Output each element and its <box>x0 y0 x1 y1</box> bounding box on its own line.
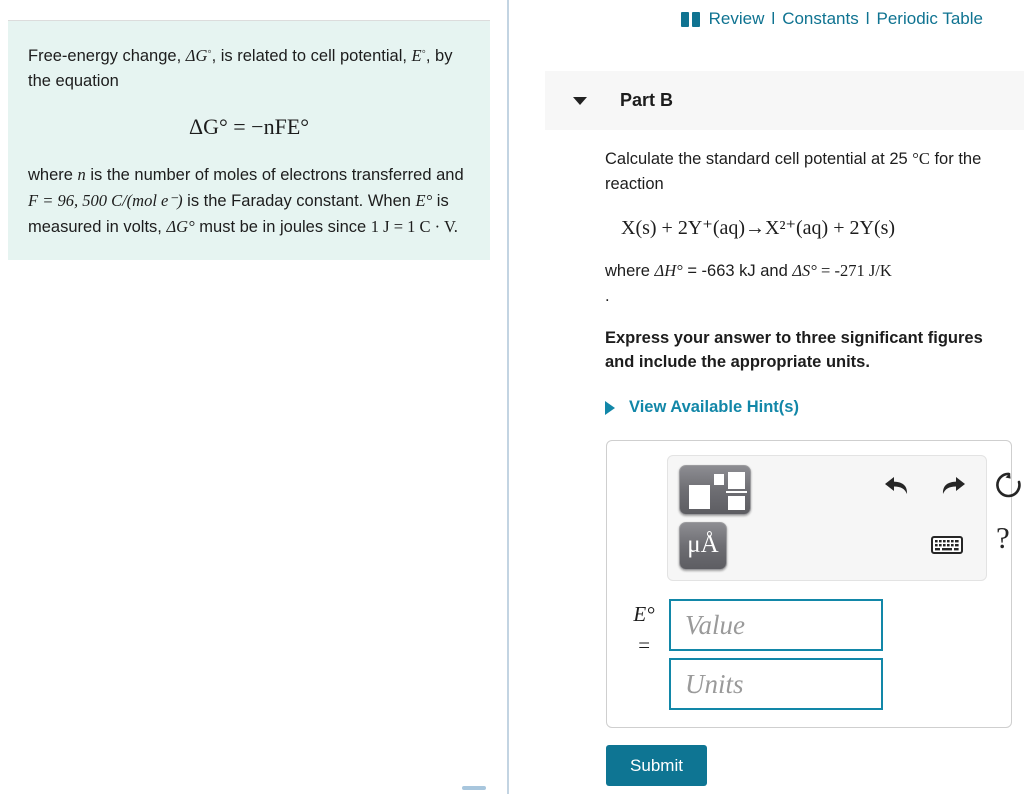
math-toolbar: μÅ ? <box>667 455 1021 581</box>
hint-paragraph-1: Free-energy change, ΔG◦, is related to c… <box>28 39 470 94</box>
temperature-unit: °C <box>912 149 930 168</box>
page-root: Free-energy change, ΔG◦, is related to c… <box>0 0 1024 794</box>
prompt-text-a: Calculate the standard cell potential at… <box>605 150 913 168</box>
delta-s-value: = -271 J/K <box>816 261 892 280</box>
delta-g-symbol: ΔG◦ <box>185 44 212 66</box>
delta-s-symbol: ΔS° <box>792 261 817 280</box>
view-hints-toggle[interactable]: View Available Hint(s) <box>605 398 1024 417</box>
link-separator-2: l <box>865 9 870 28</box>
left-reference-pane: Free-energy change, ΔG◦, is related to c… <box>0 0 507 794</box>
cond-text-b: = -663 kJ and <box>682 262 793 280</box>
keyboard-icon[interactable] <box>931 534 963 561</box>
submit-button[interactable]: Submit <box>606 745 707 786</box>
hint2-text-a: where <box>28 166 78 185</box>
value-input[interactable] <box>669 599 883 651</box>
caret-right-icon[interactable] <box>605 400 615 415</box>
question-prompt: Calculate the standard cell potential at… <box>605 146 1024 197</box>
book-icon <box>680 11 700 27</box>
periodic-table-link[interactable]: Periodic Table <box>877 9 983 29</box>
hint2-text-c: is the Faraday constant. When <box>182 192 416 211</box>
reset-icon[interactable] <box>994 470 1024 505</box>
hint-paragraph-2: where n is the number of moles of electr… <box>28 162 470 240</box>
free-energy-equation: ΔG° = −nFE° <box>188 114 310 140</box>
hint-text-a: Free-energy change, <box>28 47 186 66</box>
hint2-text-e: must be in joules since <box>194 218 371 237</box>
view-hints-label: View Available Hint(s) <box>629 398 799 416</box>
help-icon[interactable]: ? <box>996 520 1010 556</box>
answer-instruction: Express your answer to three significant… <box>605 329 983 371</box>
unit-template-button[interactable]: μÅ <box>679 522 727 570</box>
joule-identity: 1 J = 1 C · V. <box>370 217 458 237</box>
units-input[interactable] <box>669 658 883 710</box>
constants-link[interactable]: Constants <box>782 9 859 29</box>
n-symbol: n <box>77 165 86 185</box>
e-standard-symbol-2: E° <box>415 191 433 211</box>
part-title: Part B <box>620 90 674 110</box>
trailing-period: . <box>605 287 610 305</box>
faraday-constant-expression: F = 96, 500 C/(mol e⁻) <box>28 191 183 211</box>
micro-angstrom-label: μÅ <box>687 531 719 558</box>
caret-down-icon[interactable] <box>573 96 587 105</box>
hint-text-b: , is related to cell potential, <box>211 47 412 66</box>
reaction-conditions: where ΔH° = -663 kJ and ΔS° = -271 J/K <box>605 258 1024 284</box>
undo-icon[interactable] <box>882 472 912 505</box>
question-body: Calculate the standard cell potential at… <box>605 146 1024 417</box>
e-standard-symbol: E◦ <box>411 44 426 66</box>
fraction-template-button[interactable] <box>679 465 751 515</box>
horizontal-scrollbar[interactable] <box>462 786 486 790</box>
hint2-text-b: is the number of moles of electrons tran… <box>85 166 464 185</box>
equals-label: = <box>636 633 652 657</box>
e-standard-label: E° <box>633 602 655 626</box>
free-energy-hint-card: Free-energy change, ΔG◦, is related to c… <box>8 20 490 261</box>
redo-icon[interactable] <box>938 472 968 505</box>
part-b-header[interactable]: Part B <box>545 71 1024 130</box>
review-link[interactable]: Review <box>709 9 765 29</box>
resource-links: Review l Constants l Periodic Table <box>680 9 983 29</box>
chemical-reaction-equation: X(s) + 2Y⁺(aq)→X²⁺(aq) + 2Y(s) <box>621 217 896 239</box>
answer-symbol-label: E° = <box>621 599 667 661</box>
delta-g-symbol-2: ΔG° <box>166 217 195 237</box>
answer-entry-box: μÅ ? E° = Value Units <box>606 440 1021 728</box>
link-separator-1: l <box>771 9 776 28</box>
cond-text-a: where <box>605 262 655 280</box>
delta-h-symbol: ΔH° <box>654 261 683 280</box>
